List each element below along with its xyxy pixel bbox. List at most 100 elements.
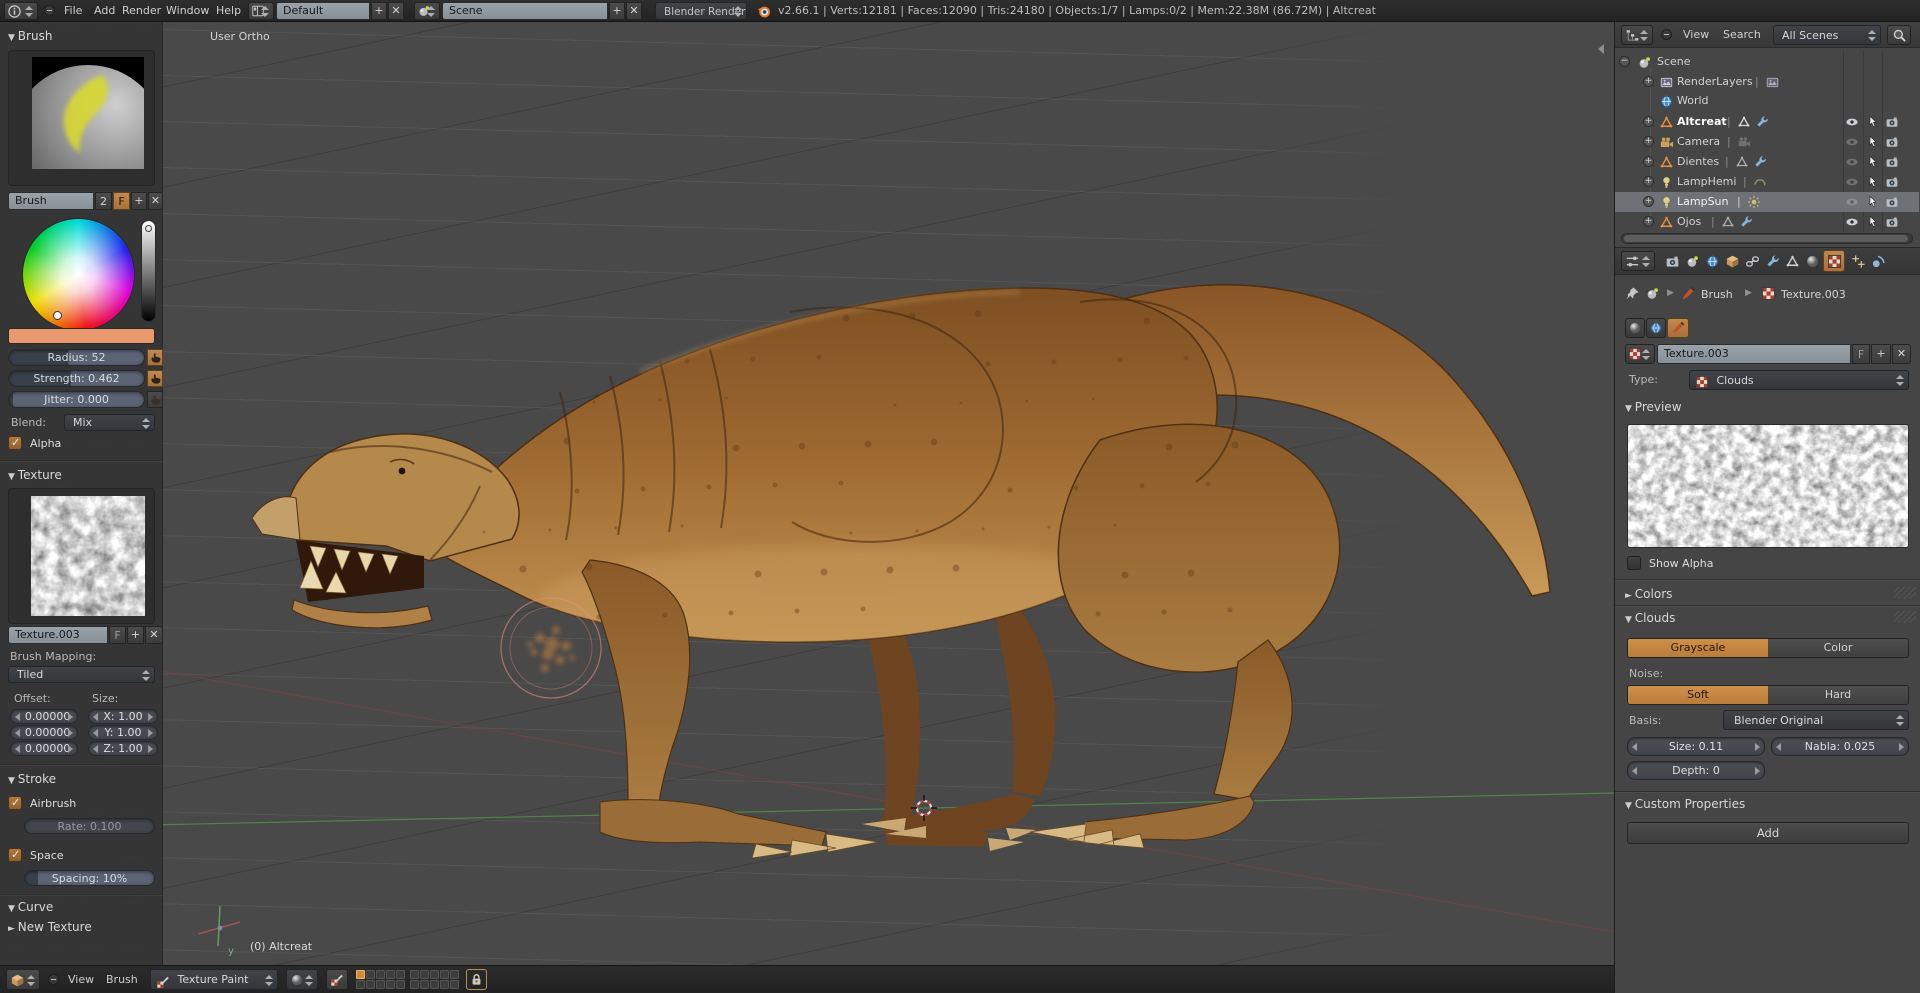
selectability-cursor-icon[interactable] <box>1866 195 1879 208</box>
renderability-camera-icon[interactable] <box>1885 195 1899 209</box>
size-x-field[interactable]: X: 1.00 <box>88 709 158 724</box>
scene-name-field[interactable]: Scene <box>442 2 608 20</box>
selectability-cursor-icon[interactable] <box>1866 175 1879 188</box>
visibility-eye-icon[interactable] <box>1845 215 1859 229</box>
menu-file[interactable]: File <box>64 4 82 17</box>
panel-header-brush[interactable]: Brush <box>8 29 52 43</box>
collapse-header-button[interactable] <box>48 974 59 985</box>
viewport-menu-view[interactable]: View <box>68 973 94 986</box>
texture-fake-user-button[interactable]: F <box>109 626 126 644</box>
add-scene-button[interactable]: + <box>609 2 625 20</box>
selectability-cursor-icon[interactable] <box>1866 155 1879 168</box>
breadcrumb-texture-label[interactable]: Texture.003 <box>1781 288 1846 301</box>
visibility-eye-icon[interactable] <box>1845 195 1859 209</box>
panel-header-new-texture[interactable]: New Texture <box>8 920 92 934</box>
jitter-slider[interactable]: Jitter: 0.000 <box>8 391 145 408</box>
texture-context-world-button[interactable] <box>1646 318 1666 338</box>
texture-preview[interactable] <box>31 496 145 616</box>
strength-slider[interactable]: Strength: 0.462 <box>8 370 145 387</box>
section-header-clouds[interactable]: Clouds <box>1625 611 1675 625</box>
tab-world-icon[interactable] <box>1705 254 1720 269</box>
outliner-row-world[interactable]: World <box>1615 91 1919 111</box>
viewport-menu-brush[interactable]: Brush <box>106 973 138 986</box>
visibility-eye-icon[interactable] <box>1845 175 1859 189</box>
tab-modifiers-icon[interactable] <box>1765 254 1780 269</box>
renderability-camera-icon[interactable] <box>1885 175 1899 189</box>
tab-object-icon[interactable] <box>1725 254 1740 269</box>
mode-dropdown[interactable]: Texture Paint <box>150 969 278 990</box>
brush-add-button[interactable]: + <box>131 192 147 210</box>
color-wheel-cursor[interactable] <box>53 311 62 320</box>
visibility-eye-icon[interactable] <box>1845 115 1859 129</box>
renderability-camera-icon[interactable] <box>1885 215 1899 229</box>
show-alpha-checkbox[interactable] <box>1627 556 1641 570</box>
menu-help[interactable]: Help <box>216 4 241 17</box>
section-header-custom-properties[interactable]: Custom Properties <box>1625 797 1745 811</box>
breadcrumb-brush-label[interactable]: Brush <box>1701 288 1733 301</box>
tab-material-icon[interactable] <box>1805 254 1820 269</box>
outliner-row-camera[interactable]: + Camera | <box>1615 132 1919 152</box>
renderability-camera-icon[interactable] <box>1885 115 1899 129</box>
active-color-swatch[interactable] <box>8 328 155 344</box>
size-y-field[interactable]: Y: 1.00 <box>88 725 158 740</box>
tab-constraints-icon[interactable] <box>1745 254 1760 269</box>
collapse-menus-button[interactable] <box>44 5 55 16</box>
render-engine-dropdown[interactable]: Blender Render <box>655 2 747 20</box>
offset-y-field[interactable]: : 0.00000 <box>10 725 78 740</box>
selectability-cursor-icon[interactable] <box>1866 215 1879 228</box>
editor-type-info-button[interactable] <box>4 2 38 20</box>
texture-name-field[interactable]: Texture.003 <box>8 626 108 644</box>
outliner-row-lamphemi[interactable]: + LampHemi | <box>1615 172 1919 192</box>
color-button[interactable]: Color <box>1768 639 1908 657</box>
brush-fake-user-button[interactable]: F <box>113 192 130 210</box>
close-layout-button[interactable]: ✕ <box>388 2 404 20</box>
brush-users-count[interactable]: 2 <box>95 192 112 210</box>
grayscale-button[interactable]: Grayscale <box>1628 639 1768 657</box>
texture-context-brush-button-active[interactable] <box>1667 318 1689 338</box>
outliner-row-scene[interactable]: − Scene <box>1615 52 1919 72</box>
lock-button[interactable] <box>466 969 487 990</box>
texture-unlink-button[interactable]: ✕ <box>1892 344 1911 364</box>
offset-z-field[interactable]: : 0.00000 <box>10 741 78 756</box>
jitter-pressure-toggle[interactable] <box>147 391 163 408</box>
close-scene-button[interactable]: ✕ <box>626 2 642 20</box>
outliner-row-lampsun-selected[interactable]: + LampSun | <box>1615 192 1919 212</box>
outliner-collapse-button[interactable] <box>1661 29 1672 40</box>
blend-dropdown[interactable]: Mix <box>64 414 155 431</box>
panel-header-stroke[interactable]: Stroke <box>8 772 56 786</box>
scene-icon-button[interactable] <box>414 2 440 20</box>
renderability-camera-icon[interactable] <box>1885 155 1899 169</box>
value-slider[interactable] <box>141 220 156 322</box>
color-wheel[interactable] <box>22 218 135 331</box>
visibility-eye-icon[interactable] <box>1845 155 1859 169</box>
texture-add-button[interactable]: + <box>127 626 144 644</box>
hard-button[interactable]: Hard <box>1768 686 1908 704</box>
size-z-field[interactable]: Z: 1.00 <box>88 741 158 756</box>
outliner-menu-view[interactable]: View <box>1683 28 1709 41</box>
screen-layout-name-field[interactable]: Default <box>276 2 370 20</box>
selectability-cursor-icon[interactable] <box>1866 115 1879 128</box>
section-header-preview[interactable]: Preview <box>1625 400 1682 414</box>
brush-name-field[interactable]: Brush <box>8 192 94 210</box>
outliner-row-altcreat[interactable]: + Altcreat | <box>1615 112 1919 132</box>
texture-context-material-button[interactable] <box>1625 318 1645 338</box>
rate-slider[interactable]: Rate: 0.100 <box>24 818 155 834</box>
section-header-colors[interactable]: Colors <box>1625 587 1672 601</box>
outliner-hscrollbar[interactable] <box>1621 233 1913 244</box>
texture-id-name-field[interactable]: Texture.003 <box>1657 344 1851 364</box>
viewport-shading-dropdown[interactable] <box>286 969 318 990</box>
editor-type-3dview-button[interactable] <box>6 969 40 990</box>
panel-header-curve[interactable]: Curve <box>8 900 53 914</box>
offset-x-field[interactable]: : 0.00000 <box>10 709 78 724</box>
tab-render-icon[interactable] <box>1665 254 1680 269</box>
panel-header-texture[interactable]: Texture <box>8 468 62 482</box>
outliner-menu-search[interactable]: Search <box>1723 28 1761 41</box>
texture-new-button[interactable]: + <box>1871 344 1891 364</box>
mapping-dropdown[interactable]: Tiled <box>8 666 155 683</box>
radius-pressure-toggle[interactable] <box>147 349 163 366</box>
brush-preview[interactable] <box>32 57 144 169</box>
outliner-search-button[interactable] <box>1887 25 1911 45</box>
tab-texture-active[interactable] <box>1823 250 1845 272</box>
layers-grid-2[interactable] <box>410 970 459 989</box>
tab-physics-icon[interactable] <box>1871 254 1886 269</box>
